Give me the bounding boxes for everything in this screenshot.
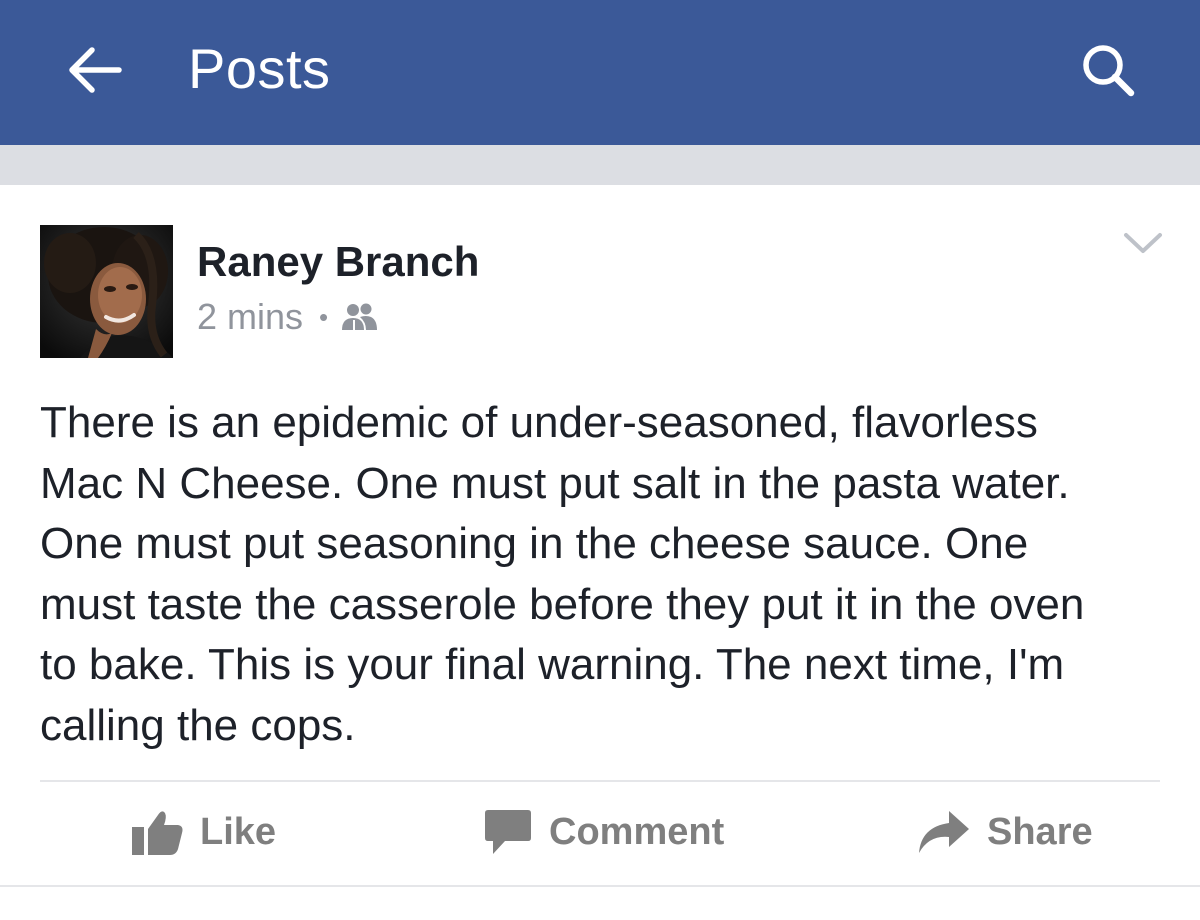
post-timestamp[interactable]: 2 mins xyxy=(197,293,303,341)
meta-separator: • xyxy=(319,302,329,332)
comment-button[interactable]: Comment xyxy=(483,782,724,882)
post-body-text: There is an epidemic of under-seasoned, … xyxy=(40,398,1085,750)
feed-separator xyxy=(0,145,1200,185)
back-button[interactable] xyxy=(52,28,136,112)
profile-photo xyxy=(40,225,173,358)
arrow-left-icon xyxy=(69,47,122,93)
avatar[interactable] xyxy=(40,225,173,358)
post-author-name[interactable]: Raney Branch xyxy=(197,237,479,287)
search-button[interactable] xyxy=(1066,28,1150,112)
post-menu-button[interactable] xyxy=(1120,225,1166,261)
post-action-bar: Like Comment Share xyxy=(0,782,1200,882)
share-label: Share xyxy=(987,810,1093,853)
top-navigation-bar: Posts xyxy=(0,0,1200,145)
like-button[interactable]: Like xyxy=(130,782,276,882)
share-button[interactable]: Share xyxy=(915,782,1093,882)
post-card: Raney Branch 2 mins • There is an epidem… xyxy=(0,185,1200,920)
like-label: Like xyxy=(200,810,277,853)
thumbs-up-icon xyxy=(130,807,184,857)
card-bottom-border xyxy=(0,885,1200,887)
comment-label: Comment xyxy=(549,810,725,853)
page-title: Posts xyxy=(188,37,331,100)
chevron-down-icon xyxy=(1124,233,1162,253)
speech-bubble-icon xyxy=(483,808,533,856)
friends-icon[interactable] xyxy=(340,299,380,335)
post-meta: 2 mins • xyxy=(197,293,380,341)
share-arrow-icon xyxy=(915,809,971,855)
search-icon xyxy=(1083,45,1135,97)
